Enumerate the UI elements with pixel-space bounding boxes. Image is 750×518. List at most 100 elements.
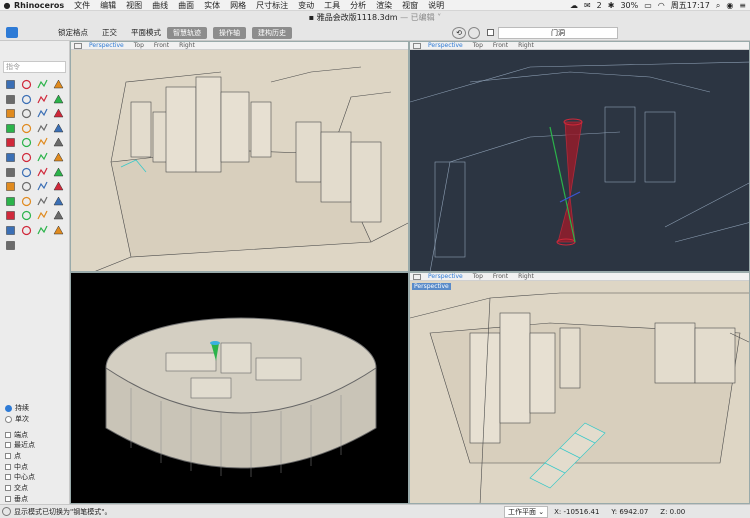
- sweep-tool-icon[interactable]: [51, 122, 65, 135]
- zoom-tool-icon[interactable]: [3, 195, 17, 208]
- scale-tool-icon[interactable]: [51, 151, 65, 164]
- list-icon[interactable]: ≡: [739, 1, 746, 10]
- osnap-end[interactable]: 端点: [5, 429, 69, 440]
- fillet-tool-icon[interactable]: [19, 136, 33, 149]
- menu-curve[interactable]: 曲线: [152, 0, 168, 11]
- pan-tool-icon[interactable]: [19, 195, 33, 208]
- explode-tool-icon[interactable]: [51, 166, 65, 179]
- tab-perspective[interactable]: Perspective: [428, 273, 463, 280]
- checkbox-icon[interactable]: [5, 463, 11, 470]
- orbit-tool-icon[interactable]: [35, 195, 49, 208]
- checkbox-icon[interactable]: [5, 453, 11, 460]
- tab-front[interactable]: Front: [493, 42, 508, 49]
- loft-tool-icon[interactable]: [35, 122, 49, 135]
- lock-tool-icon[interactable]: [51, 180, 65, 193]
- radio-icon[interactable]: [5, 415, 12, 423]
- viewport-top-right[interactable]: Perspective Top Front Right: [409, 41, 750, 272]
- shade-tool-icon[interactable]: [51, 195, 65, 208]
- radio-icon[interactable]: [5, 404, 12, 412]
- edited-status[interactable]: — 已编辑 ˅: [398, 13, 441, 22]
- checkbox-icon[interactable]: [5, 431, 11, 438]
- array-tool-icon[interactable]: [19, 166, 33, 179]
- tab-front[interactable]: Front: [493, 273, 508, 280]
- layer-tool-icon[interactable]: [19, 180, 33, 193]
- tab-top[interactable]: Top: [473, 42, 483, 49]
- menu-transform[interactable]: 变动: [298, 0, 314, 11]
- gumball-button[interactable]: 操作轴: [213, 26, 246, 39]
- tab-right[interactable]: Right: [518, 273, 534, 280]
- osnap-intersection[interactable]: 交点: [5, 483, 69, 494]
- tab-right[interactable]: Right: [518, 42, 534, 49]
- menu-dimension[interactable]: 尺寸标注: [256, 0, 288, 11]
- viewport-title[interactable]: Perspective: [412, 283, 451, 290]
- camera-icon[interactable]: [468, 27, 480, 39]
- menu-file[interactable]: 文件: [74, 0, 90, 11]
- layer-visible-checkbox[interactable]: [487, 29, 494, 36]
- siri-icon[interactable]: ◉: [726, 1, 733, 10]
- sphere-tool-icon[interactable]: [19, 107, 33, 120]
- ellipse-tool-icon[interactable]: [35, 93, 49, 106]
- tab-perspective[interactable]: Perspective: [428, 42, 463, 49]
- menu-view[interactable]: 视图: [126, 0, 142, 11]
- ortho-button[interactable]: 正交: [102, 27, 117, 38]
- menu-tools[interactable]: 工具: [324, 0, 340, 11]
- checkbox-icon[interactable]: [5, 495, 11, 502]
- menu-solid[interactable]: 实体: [204, 0, 220, 11]
- cone-tool-icon[interactable]: [51, 107, 65, 120]
- menu-mesh[interactable]: 网格: [230, 0, 246, 11]
- help-tool-icon[interactable]: [51, 224, 65, 237]
- wifi-icon[interactable]: ◠: [658, 1, 665, 10]
- messages-icon[interactable]: ✉: [584, 1, 591, 10]
- render-tool-icon[interactable]: [3, 224, 17, 237]
- group-tool-icon[interactable]: [3, 180, 17, 193]
- cplane-icon[interactable]: ⟲: [452, 27, 466, 39]
- smarttrack-button[interactable]: 智慧轨迹: [167, 26, 207, 39]
- select-tool-icon[interactable]: [3, 78, 17, 91]
- apple-icon[interactable]: ●: [0, 1, 14, 10]
- offset-tool-icon[interactable]: [35, 136, 49, 149]
- settings-tool-icon[interactable]: [3, 239, 17, 252]
- planar-button[interactable]: 平面模式: [131, 27, 161, 38]
- osnap-near[interactable]: 最近点: [5, 440, 69, 451]
- battery-icon[interactable]: ▭: [644, 1, 652, 10]
- viewport-bottom-right[interactable]: Perspective Top Front Right Perspective: [409, 272, 750, 504]
- hide-tool-icon[interactable]: [35, 180, 49, 193]
- menu-surface[interactable]: 曲面: [178, 0, 194, 11]
- curve-tool-icon[interactable]: [51, 78, 65, 91]
- checkbox-icon[interactable]: [5, 485, 11, 492]
- osnap-point[interactable]: 点: [5, 451, 69, 462]
- viewport-top-left[interactable]: Perspective Top Front Right: [70, 41, 409, 272]
- osnap-mode-persistent[interactable]: 持续: [5, 403, 69, 414]
- viewport-menu-icon[interactable]: [413, 42, 421, 49]
- creative-cloud-icon[interactable]: ☁: [570, 1, 578, 10]
- surface-tool-icon[interactable]: [19, 122, 33, 135]
- menu-render[interactable]: 渲染: [376, 0, 392, 11]
- checkbox-icon[interactable]: [5, 442, 11, 449]
- copy-tool-icon[interactable]: [19, 151, 33, 164]
- analyze-tool-icon[interactable]: [3, 209, 17, 222]
- light-tool-icon[interactable]: [19, 224, 33, 237]
- tab-perspective[interactable]: Perspective: [89, 42, 124, 49]
- checkbox-icon[interactable]: [5, 474, 11, 481]
- osnap-mode-once[interactable]: 单次: [5, 414, 69, 425]
- polyline-tool-icon[interactable]: [35, 78, 49, 91]
- trim-tool-icon[interactable]: [51, 136, 65, 149]
- material-tool-icon[interactable]: [35, 224, 49, 237]
- current-layer[interactable]: 门洞: [498, 27, 618, 39]
- move-tool-icon[interactable]: [3, 151, 17, 164]
- viewport-menu-icon[interactable]: [74, 42, 82, 49]
- viewport-menu-icon[interactable]: [413, 273, 421, 280]
- extrude-tool-icon[interactable]: [3, 122, 17, 135]
- viewport-bottom-left[interactable]: [70, 272, 409, 504]
- app-menu[interactable]: Rhinoceros: [14, 1, 64, 10]
- dimension-tool-icon[interactable]: [19, 209, 33, 222]
- command-input[interactable]: 指令: [3, 61, 66, 73]
- grid-snap-button[interactable]: 锁定格点: [58, 27, 88, 38]
- osnap-center[interactable]: 中心点: [5, 472, 69, 483]
- menu-help[interactable]: 说明: [428, 0, 444, 11]
- clock[interactable]: 周五17:17: [671, 0, 710, 11]
- cplane-select[interactable]: 工作平面 ⌄: [504, 505, 549, 518]
- rotate-tool-icon[interactable]: [35, 151, 49, 164]
- text-tool-icon[interactable]: [35, 209, 49, 222]
- menu-viewport[interactable]: 视窗: [402, 0, 418, 11]
